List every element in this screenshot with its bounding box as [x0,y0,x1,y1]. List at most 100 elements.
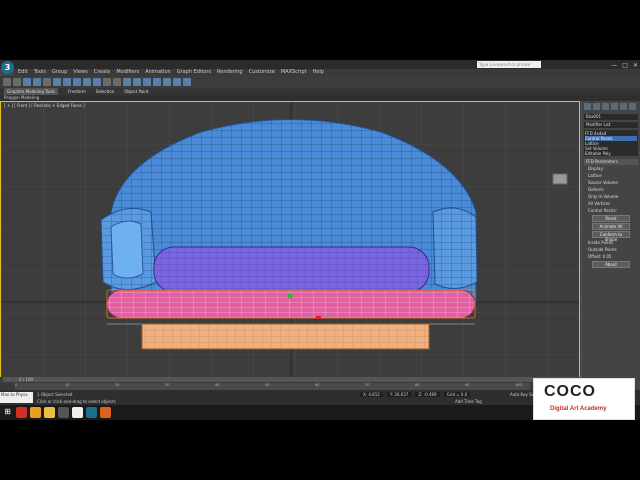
tab-freeform[interactable]: Freeform [68,88,86,95]
menu-maxscript[interactable]: MAXScript [281,69,307,76]
ribbon-tabs: Graphite Modeling Tools Freeform Selecti… [0,88,640,95]
main-toolbar [0,76,640,88]
search-input[interactable]: Type a keyword or phrase [477,61,541,68]
viewport-front[interactable]: [ + ] [ Front ] [ Realistic + Edged Face… [0,101,580,405]
maxscript-listener[interactable]: Max to Physx [0,392,33,403]
y-coordinate[interactable]: Y: 26.637 [386,392,412,397]
menu-modifiers[interactable]: Modifiers [116,69,139,76]
tab-object-paint[interactable]: Object Paint [124,88,148,95]
time-slider[interactable]: 0 / 100 [3,377,583,382]
offset-value[interactable]: 0.05 [603,254,612,259]
create-tab-icon[interactable] [584,103,591,110]
about-button[interactable]: About [592,261,630,268]
settings-icon[interactable] [58,407,69,418]
rotate-icon[interactable] [83,78,91,86]
menu-edit[interactable]: Edit [18,69,28,76]
track-bar[interactable]: 0 10 20 30 40 50 60 70 80 90 100 [15,383,530,390]
auto-key-button[interactable]: Auto Key [510,392,528,397]
undo-icon[interactable] [3,78,11,86]
modifier-list-dropdown[interactable]: Modifier List [584,122,638,128]
render-icon[interactable] [183,78,191,86]
scale-icon[interactable] [93,78,101,86]
z-coordinate[interactable]: Z: -0.469 [415,392,440,397]
tab-selection[interactable]: Selection [96,88,114,95]
stack-item-editable-poly[interactable]: Editable Poly [585,151,637,156]
menu-rendering[interactable]: Rendering [217,69,243,76]
tick-label: 60 [315,383,320,387]
menu-bar: Edit Tools Group Views Create Modifiers … [14,69,640,76]
coco-watermark: COCO Digital Art Academy [533,378,635,420]
title-bar: Type a keyword or phrase — □ ✕ [0,60,640,69]
animate-all-button[interactable]: Animate All [592,223,630,230]
tick-label: 10 [65,383,70,387]
chrome-icon[interactable] [30,407,41,418]
motion-tab-icon[interactable] [611,103,618,110]
app-logo-icon[interactable]: 3 [1,61,14,74]
menu-help[interactable]: Help [313,69,324,76]
outside-points-checkbox[interactable]: Outside Points [584,246,638,253]
modifier-stack: FFD 4x4x4 Control Points Lattice Set Vol… [584,130,638,156]
brand-logo: COCO [544,383,596,400]
menu-graph-editors[interactable]: Graph Editors [177,69,211,76]
redo-icon[interactable] [13,78,21,86]
opera-icon[interactable] [16,407,27,418]
curve-editor-icon[interactable] [153,78,161,86]
only-in-volume-radio[interactable]: Only In Volume [584,193,638,200]
object-name-field[interactable]: Box001 [584,114,638,120]
angle-snap-icon[interactable] [113,78,121,86]
grid-readout: Grid = 0.0 [443,392,471,397]
command-panel: Box001 Modifier List FFD 4x4x4 Control P… [581,101,640,405]
letterbox-top [0,0,640,60]
material-editor-icon[interactable] [163,78,171,86]
tick-label: 70 [365,383,370,387]
menu-create[interactable]: Create [94,69,111,76]
select-by-name-icon[interactable] [63,78,71,86]
move-icon[interactable] [73,78,81,86]
menu-tools[interactable]: Tools [34,69,46,76]
utilities-tab-icon[interactable] [629,103,636,110]
app-taskbar-icon[interactable] [100,407,111,418]
selection-status: 1 Object Selected [37,392,73,397]
menu-views[interactable]: Views [73,69,87,76]
3dsmax-taskbar-icon[interactable] [86,407,97,418]
prompt-line: Click or click-and-drag to select object… [37,399,116,404]
file-explorer-icon[interactable] [44,407,55,418]
bind-icon[interactable] [43,78,51,86]
lattice-checkbox[interactable]: Lattice [584,172,638,179]
modify-tab-icon[interactable] [593,103,600,110]
mirror-icon[interactable] [123,78,131,86]
conform-to-shape-button[interactable]: Conform to Shape [592,231,630,242]
render-setup-icon[interactable] [173,78,181,86]
letterbox-bottom [0,420,640,480]
reset-button[interactable]: Reset [592,215,630,222]
timeline: 0 / 100 0 10 20 30 40 50 60 70 80 90 100 [0,377,583,390]
control-points-label: Control Points: [588,208,618,213]
offset-label: Offset: [588,254,602,259]
tick-label: 80 [415,383,420,387]
unlink-icon[interactable] [33,78,41,86]
all-vertices-radio[interactable]: All Vertices [584,200,638,207]
tick-label: 90 [465,383,470,387]
app-window: Type a keyword or phrase — □ ✕ 3 Edit To… [0,60,640,405]
source-volume-checkbox[interactable]: Source Volume [584,179,638,186]
align-icon[interactable] [133,78,141,86]
offset-field[interactable]: Offset: 0.05 [584,253,638,260]
tick-label: 100 [515,383,522,387]
windows-start-icon[interactable]: ⊞ [2,407,13,418]
menu-animation[interactable]: Animation [145,69,171,76]
ffd-parameters-rollout: FFD Parameters Display: Lattice Source V… [584,159,638,268]
select-icon[interactable] [53,78,61,86]
display-tab-icon[interactable] [620,103,627,110]
snap-icon[interactable] [103,78,111,86]
inside-points-checkbox[interactable]: Inside Points [584,239,638,246]
link-icon[interactable] [23,78,31,86]
x-coordinate[interactable]: X: 4.812 [360,392,383,397]
menu-group[interactable]: Group [52,69,67,76]
tab-graphite-modeling[interactable]: Graphite Modeling Tools [4,88,59,95]
hierarchy-tab-icon[interactable] [602,103,609,110]
menu-customize[interactable]: Customize [249,69,275,76]
store-icon[interactable] [72,407,83,418]
add-time-tag[interactable]: Add Time Tag [455,399,482,404]
layer-icon[interactable] [143,78,151,86]
coordinate-display: X: 4.812 Y: 26.637 Z: -0.469 Grid = 0.0 [360,392,471,397]
